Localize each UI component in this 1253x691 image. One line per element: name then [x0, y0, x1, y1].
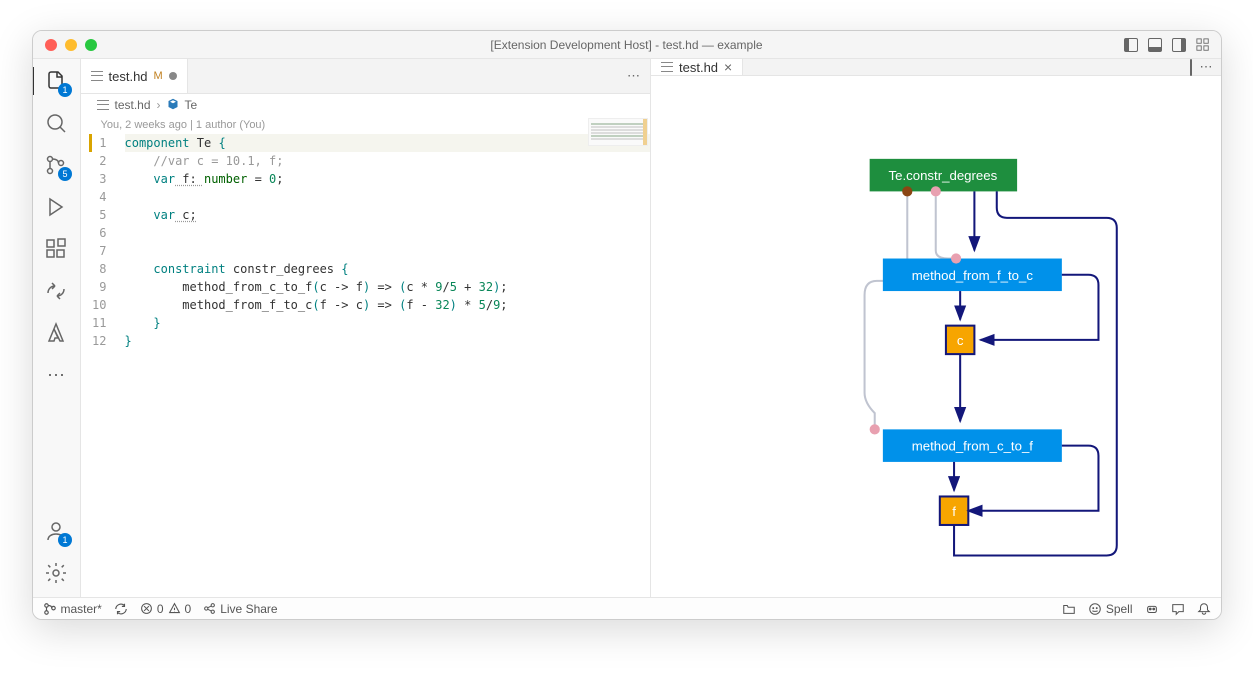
customize-layout-icon[interactable] [1195, 37, 1211, 53]
breadcrumb-file: test.hd [115, 98, 151, 112]
node-method1-label: method_from_f_to_c [912, 268, 1034, 283]
tab-test-hd[interactable]: test.hd M [81, 59, 188, 93]
liveshare-label: Live Share [220, 602, 277, 616]
file-icon [97, 100, 109, 110]
split-editor-icon[interactable] [1190, 60, 1192, 75]
tab-filename: test.hd [109, 69, 148, 84]
status-sync-icon[interactable] [114, 602, 128, 616]
diagram-view[interactable]: Te.constr_degrees method_from_f_to_c [651, 76, 1221, 597]
status-problems[interactable]: 0 0 [140, 602, 191, 616]
gutter-decoration [89, 134, 92, 152]
tab-more-actions[interactable]: ⋯ [627, 68, 640, 84]
warning-count: 0 [185, 602, 192, 616]
spell-label: Spell [1106, 602, 1133, 616]
tab-test-hd-preview[interactable]: test.hd × [651, 59, 743, 75]
window-title: [Extension Development Host] - test.hd —… [490, 38, 762, 52]
window-close-button[interactable] [45, 39, 57, 51]
editor-group-left: test.hd M ⋯ test.hd › Te [81, 59, 652, 597]
search-icon[interactable] [42, 109, 70, 137]
code-content[interactable]: component Te { //var c = 10.1, f; var f:… [125, 134, 651, 597]
line-numbers: 123456789101112 [81, 134, 125, 597]
tab-dirty-icon [169, 72, 177, 80]
file-icon [661, 62, 673, 72]
node-root-label: Te.constr_degrees [888, 168, 997, 183]
titlebar: [Extension Development Host] - test.hd —… [33, 31, 1221, 59]
breadcrumb-symbol: Te [185, 98, 198, 112]
tab-more-actions[interactable]: ⋯ [1200, 59, 1213, 75]
status-liveshare[interactable]: Live Share [203, 602, 277, 616]
node-var-f-label: f [952, 504, 956, 519]
activity-bar: 1 5 ⋯ [33, 59, 81, 597]
azure-icon[interactable] [42, 319, 70, 347]
accounts-icon[interactable]: 1 [42, 517, 70, 545]
more-icon[interactable]: ⋯ [42, 361, 70, 389]
tabs-right: test.hd × ⋯ [651, 59, 1221, 76]
status-feedback-icon[interactable] [1171, 602, 1185, 616]
layout-bottom-icon[interactable] [1147, 37, 1163, 53]
branch-name: master* [61, 602, 102, 616]
tab-close-icon[interactable]: × [724, 60, 732, 74]
status-spell[interactable]: Spell [1088, 602, 1133, 616]
status-branch[interactable]: master* [43, 602, 102, 616]
editor-group-right: test.hd × ⋯ Te.constr_ [651, 59, 1221, 597]
accounts-badge: 1 [58, 533, 72, 547]
status-folder-icon[interactable] [1062, 602, 1076, 616]
status-copilot-icon[interactable] [1145, 602, 1159, 616]
git-blame-annotation: You, 2 weeks ago | 1 author (You) [81, 116, 266, 134]
layout-left-icon[interactable] [1123, 37, 1139, 53]
scm-badge: 5 [58, 167, 72, 181]
chevron-right-icon: › [157, 98, 161, 112]
source-control-icon[interactable]: 5 [42, 151, 70, 179]
share-icon[interactable] [42, 277, 70, 305]
statusbar: master* 0 0 Live Share Spell [33, 597, 1221, 619]
minimap[interactable] [588, 118, 648, 146]
extensions-icon[interactable] [42, 235, 70, 263]
node-method2-label: method_from_c_to_f [912, 439, 1034, 454]
explorer-badge: 1 [58, 83, 72, 97]
tabs-left: test.hd M ⋯ [81, 59, 651, 94]
window-maximize-button[interactable] [85, 39, 97, 51]
code-editor[interactable]: You, 2 weeks ago | 1 author (You) 123456… [81, 116, 651, 597]
symbol-icon [167, 98, 179, 113]
status-bell-icon[interactable] [1197, 602, 1211, 616]
tab-filename: test.hd [679, 60, 718, 75]
error-count: 0 [157, 602, 164, 616]
tab-modified-marker: M [154, 70, 163, 82]
file-icon [91, 71, 103, 81]
settings-gear-icon[interactable] [42, 559, 70, 587]
breadcrumb[interactable]: test.hd › Te [81, 94, 651, 116]
explorer-icon[interactable]: 1 [42, 67, 70, 95]
window-minimize-button[interactable] [65, 39, 77, 51]
node-var-c-label: c [957, 333, 964, 348]
run-debug-icon[interactable] [42, 193, 70, 221]
layout-right-icon[interactable] [1171, 37, 1187, 53]
